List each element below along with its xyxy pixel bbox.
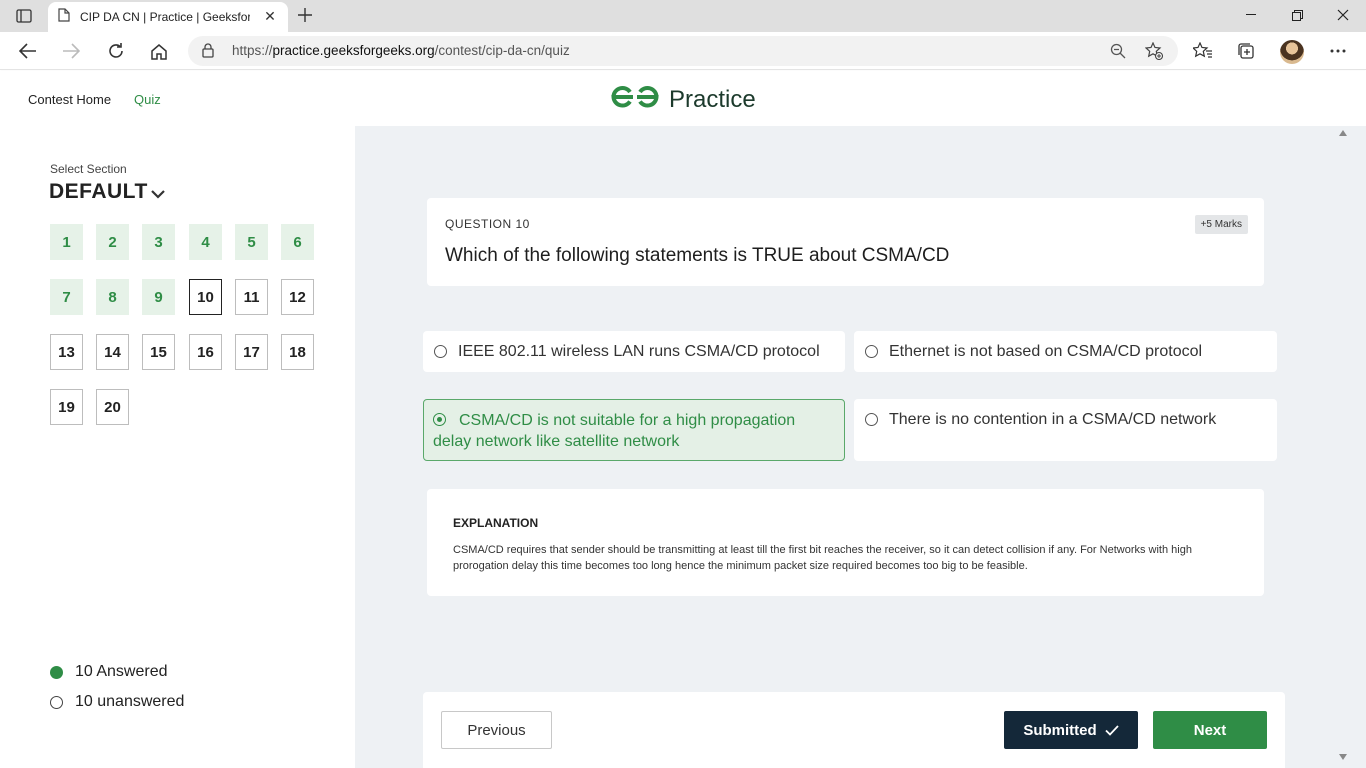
previous-button[interactable]: Previous	[441, 711, 552, 749]
gfg-logo-icon	[609, 84, 661, 115]
option-1[interactable]: IEEE 802.11 wireless LAN runs CSMA/CD pr…	[423, 331, 845, 372]
answered-legend: 10 Answered	[50, 663, 168, 681]
option-3[interactable]: CSMA/CD is not suitable for a high propa…	[423, 399, 845, 461]
question-nav-button-11[interactable]: 11	[235, 279, 268, 315]
page-icon	[58, 7, 70, 27]
question-nav-button-4[interactable]: 4	[189, 224, 222, 260]
radio-icon	[434, 345, 447, 358]
main-content: QUESTION 10 +5 Marks Which of the follow…	[355, 126, 1366, 768]
question-nav-button-6[interactable]: 6	[281, 224, 314, 260]
radio-icon	[865, 345, 878, 358]
question-nav-button-7[interactable]: 7	[50, 279, 83, 315]
question-nav-button-12[interactable]: 12	[281, 279, 314, 315]
question-nav-button-13[interactable]: 13	[50, 334, 83, 370]
option-4[interactable]: There is no contention in a CSMA/CD netw…	[854, 399, 1277, 461]
answered-dot	[50, 665, 63, 679]
lock-icon	[202, 43, 214, 63]
explanation-card: EXPLANATION CSMA/CD requires that sender…	[427, 489, 1264, 596]
check-icon	[1105, 724, 1119, 736]
question-nav-button-15[interactable]: 15	[142, 334, 175, 370]
question-text: Which of the following statements is TRU…	[445, 245, 950, 266]
browser-nav-bar: https://practice.geeksforgeeks.org/conte…	[0, 32, 1366, 70]
contest-home-link[interactable]: Contest Home	[28, 92, 111, 107]
restore-icon[interactable]	[1274, 0, 1320, 30]
home-icon[interactable]	[146, 38, 172, 64]
option-text: There is no contention in a CSMA/CD netw…	[889, 411, 1217, 428]
question-nav-button-10[interactable]: 10	[189, 279, 222, 315]
collections-icon[interactable]	[1233, 38, 1259, 64]
section-dropdown[interactable]: DEFAULT	[49, 180, 148, 204]
question-nav-button-8[interactable]: 8	[96, 279, 129, 315]
browser-tab-bar: CIP DA CN | Practice | GeeksforG ✕	[0, 0, 1366, 32]
question-nav-button-3[interactable]: 3	[142, 224, 175, 260]
forward-icon[interactable]	[58, 38, 84, 64]
unanswered-legend: 10 unanswered	[50, 693, 184, 711]
question-nav-button-17[interactable]: 17	[235, 334, 268, 370]
more-menu-icon[interactable]	[1325, 38, 1351, 64]
explanation-title: EXPLANATION	[453, 516, 539, 530]
question-nav-button-18[interactable]: 18	[281, 334, 314, 370]
question-nav-button-14[interactable]: 14	[96, 334, 129, 370]
browser-tab-active[interactable]: CIP DA CN | Practice | GeeksforG ✕	[48, 2, 288, 32]
option-2[interactable]: Ethernet is not based on CSMA/CD protoco…	[854, 331, 1277, 372]
question-nav-button-19[interactable]: 19	[50, 389, 83, 425]
gfg-logo[interactable]: Practice	[609, 84, 756, 115]
question-nav-button-20[interactable]: 20	[96, 389, 129, 425]
explanation-text: CSMA/CD requires that sender should be t…	[453, 544, 1192, 572]
new-tab-icon[interactable]	[294, 4, 316, 26]
add-favorite-icon[interactable]	[1144, 41, 1164, 65]
zoom-icon[interactable]	[1110, 43, 1126, 64]
url-text: https://practice.geeksforgeeks.org/conte…	[232, 43, 570, 58]
answered-count: 10 Answered	[75, 663, 168, 680]
site-header: Contest Home Quiz Practice	[0, 71, 1366, 126]
question-nav-button-5[interactable]: 5	[235, 224, 268, 260]
question-card: QUESTION 10 +5 Marks Which of the follow…	[427, 198, 1264, 286]
scroll-up-arrow-icon[interactable]	[1339, 130, 1347, 136]
tab-title: CIP DA CN | Practice | GeeksforG	[80, 10, 250, 24]
minimize-icon[interactable]	[1228, 0, 1274, 30]
tab-close-icon[interactable]: ✕	[262, 8, 278, 25]
unanswered-count: 10 unanswered	[75, 693, 185, 710]
unanswered-dot	[50, 695, 63, 709]
logo-text: Practice	[669, 85, 756, 113]
radio-icon	[865, 413, 878, 426]
quiz-link[interactable]: Quiz	[134, 92, 161, 107]
next-button[interactable]: Next	[1153, 711, 1267, 749]
url-host: practice.geeksforgeeks.org	[272, 43, 435, 58]
marks-badge: +5 Marks	[1194, 215, 1248, 234]
profile-avatar[interactable]	[1280, 40, 1304, 64]
radio-icon	[433, 413, 446, 426]
question-number: QUESTION 10	[445, 217, 530, 231]
scroll-down-arrow-icon[interactable]	[1339, 754, 1347, 760]
url-path: /contest/cip-da-cn/quiz	[434, 43, 570, 58]
url-prefix: https://	[232, 43, 273, 58]
back-icon[interactable]	[15, 38, 41, 64]
question-nav-button-2[interactable]: 2	[96, 224, 129, 260]
close-window-icon[interactable]	[1320, 0, 1366, 30]
refresh-icon[interactable]	[103, 38, 129, 64]
select-section-label: Select Section	[50, 162, 127, 176]
question-nav-button-9[interactable]: 9	[142, 279, 175, 315]
question-nav-button-16[interactable]: 16	[189, 334, 222, 370]
option-text: Ethernet is not based on CSMA/CD protoco…	[889, 343, 1203, 360]
submitted-button[interactable]: Submitted	[1004, 711, 1138, 749]
tab-actions-icon[interactable]	[10, 6, 38, 26]
address-bar[interactable]: https://practice.geeksforgeeks.org/conte…	[188, 36, 1178, 66]
submitted-label: Submitted	[1023, 721, 1097, 739]
quiz-footer: Previous Submitted Next	[423, 692, 1285, 768]
question-sidebar: Select Section DEFAULT 1 2 3 4 5 6 7 8 9 10 11 12 13…	[0, 126, 355, 768]
question-nav-button-1[interactable]: 1	[50, 224, 83, 260]
option-text: CSMA/CD is not suitable for a high propa…	[433, 412, 796, 450]
favorites-icon[interactable]	[1189, 38, 1215, 64]
chevron-down-icon[interactable]	[150, 186, 166, 204]
option-text: IEEE 802.11 wireless LAN runs CSMA/CD pr…	[458, 343, 820, 360]
